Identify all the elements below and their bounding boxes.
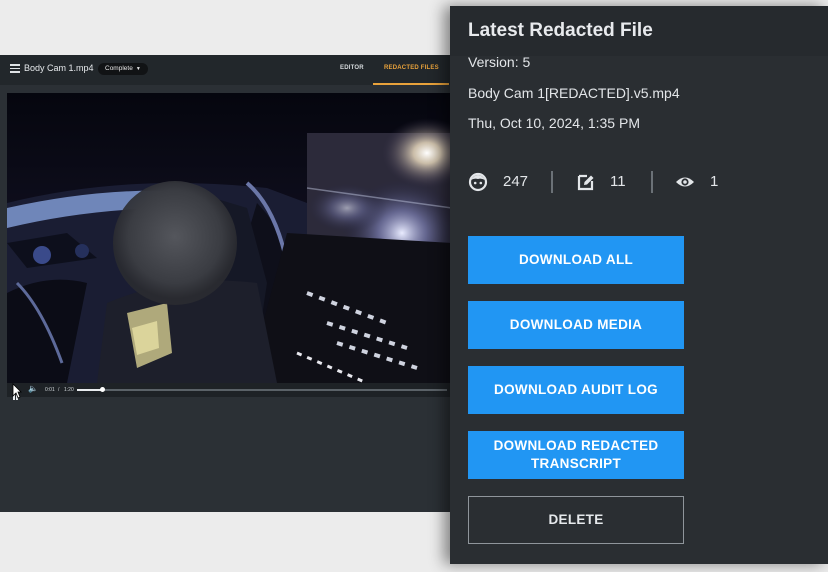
total-time: 1:20: [64, 387, 74, 393]
tab-redacted-files[interactable]: REDACTED FILES: [384, 65, 439, 71]
status-label: Complete: [105, 65, 133, 72]
download-all-button[interactable]: DOWNLOAD ALL: [468, 236, 684, 284]
status-dropdown[interactable]: Complete ▼: [98, 63, 148, 75]
redacted-filename: Body Cam 1[REDACTED].v5.mp4: [468, 85, 680, 101]
face-count: 247: [503, 173, 529, 190]
seek-bar-fill: [77, 389, 103, 391]
button-label-line1: DOWNLOAD REDACTED: [493, 438, 659, 453]
delete-button[interactable]: DELETE: [468, 496, 684, 544]
current-time: 0:01: [45, 387, 55, 393]
caret-down-icon: ▼: [135, 66, 141, 72]
seek-bar[interactable]: [77, 387, 447, 392]
panel-title: Latest Redacted File: [468, 20, 653, 41]
active-tab-indicator: [373, 83, 449, 85]
download-audit-log-button[interactable]: DOWNLOAD AUDIT LOG: [468, 366, 684, 414]
latest-redacted-file-panel: Latest Redacted File Version: 5 Body Cam…: [450, 6, 828, 564]
time-separator: /: [58, 387, 60, 393]
view-count: 1: [710, 173, 719, 190]
seek-handle[interactable]: [100, 387, 106, 392]
redaction-stats: 247 11 1: [468, 168, 808, 196]
video-frame[interactable]: [7, 93, 452, 383]
tab-editor[interactable]: EDITOR: [340, 65, 364, 71]
eye-icon: [676, 177, 694, 187]
editor-window: Body Cam 1.mp4 Complete ▼ EDITOR REDACTED…: [0, 55, 470, 512]
menu-icon[interactable]: [10, 64, 20, 73]
top-bar: Body Cam 1.mp4 Complete ▼ EDITOR REDACTED…: [0, 55, 470, 85]
version-label: Version: 5: [468, 54, 531, 70]
body-cam-video-image: [7, 93, 452, 383]
file-title: Body Cam 1.mp4: [24, 63, 94, 73]
button-label-line2: TRANSCRIPT: [531, 456, 621, 471]
download-media-button[interactable]: DOWNLOAD MEDIA: [468, 301, 684, 349]
redacted-timestamp: Thu, Oct 10, 2024, 1:35 PM: [468, 115, 640, 131]
stat-divider: [551, 171, 553, 193]
player-controls: 🔈 0:01 / 1:20: [7, 383, 452, 400]
panel-header: Latest Redacted File: [450, 6, 828, 56]
edit-box-icon: [577, 174, 594, 191]
mouse-pointer-icon: [12, 383, 22, 399]
download-redacted-transcript-button[interactable]: DOWNLOAD REDACTED TRANSCRIPT: [468, 431, 684, 479]
redaction-count: 11: [610, 173, 626, 190]
volume-icon[interactable]: 🔈: [28, 384, 38, 393]
face-icon: [468, 172, 488, 192]
stat-divider: [651, 171, 653, 193]
